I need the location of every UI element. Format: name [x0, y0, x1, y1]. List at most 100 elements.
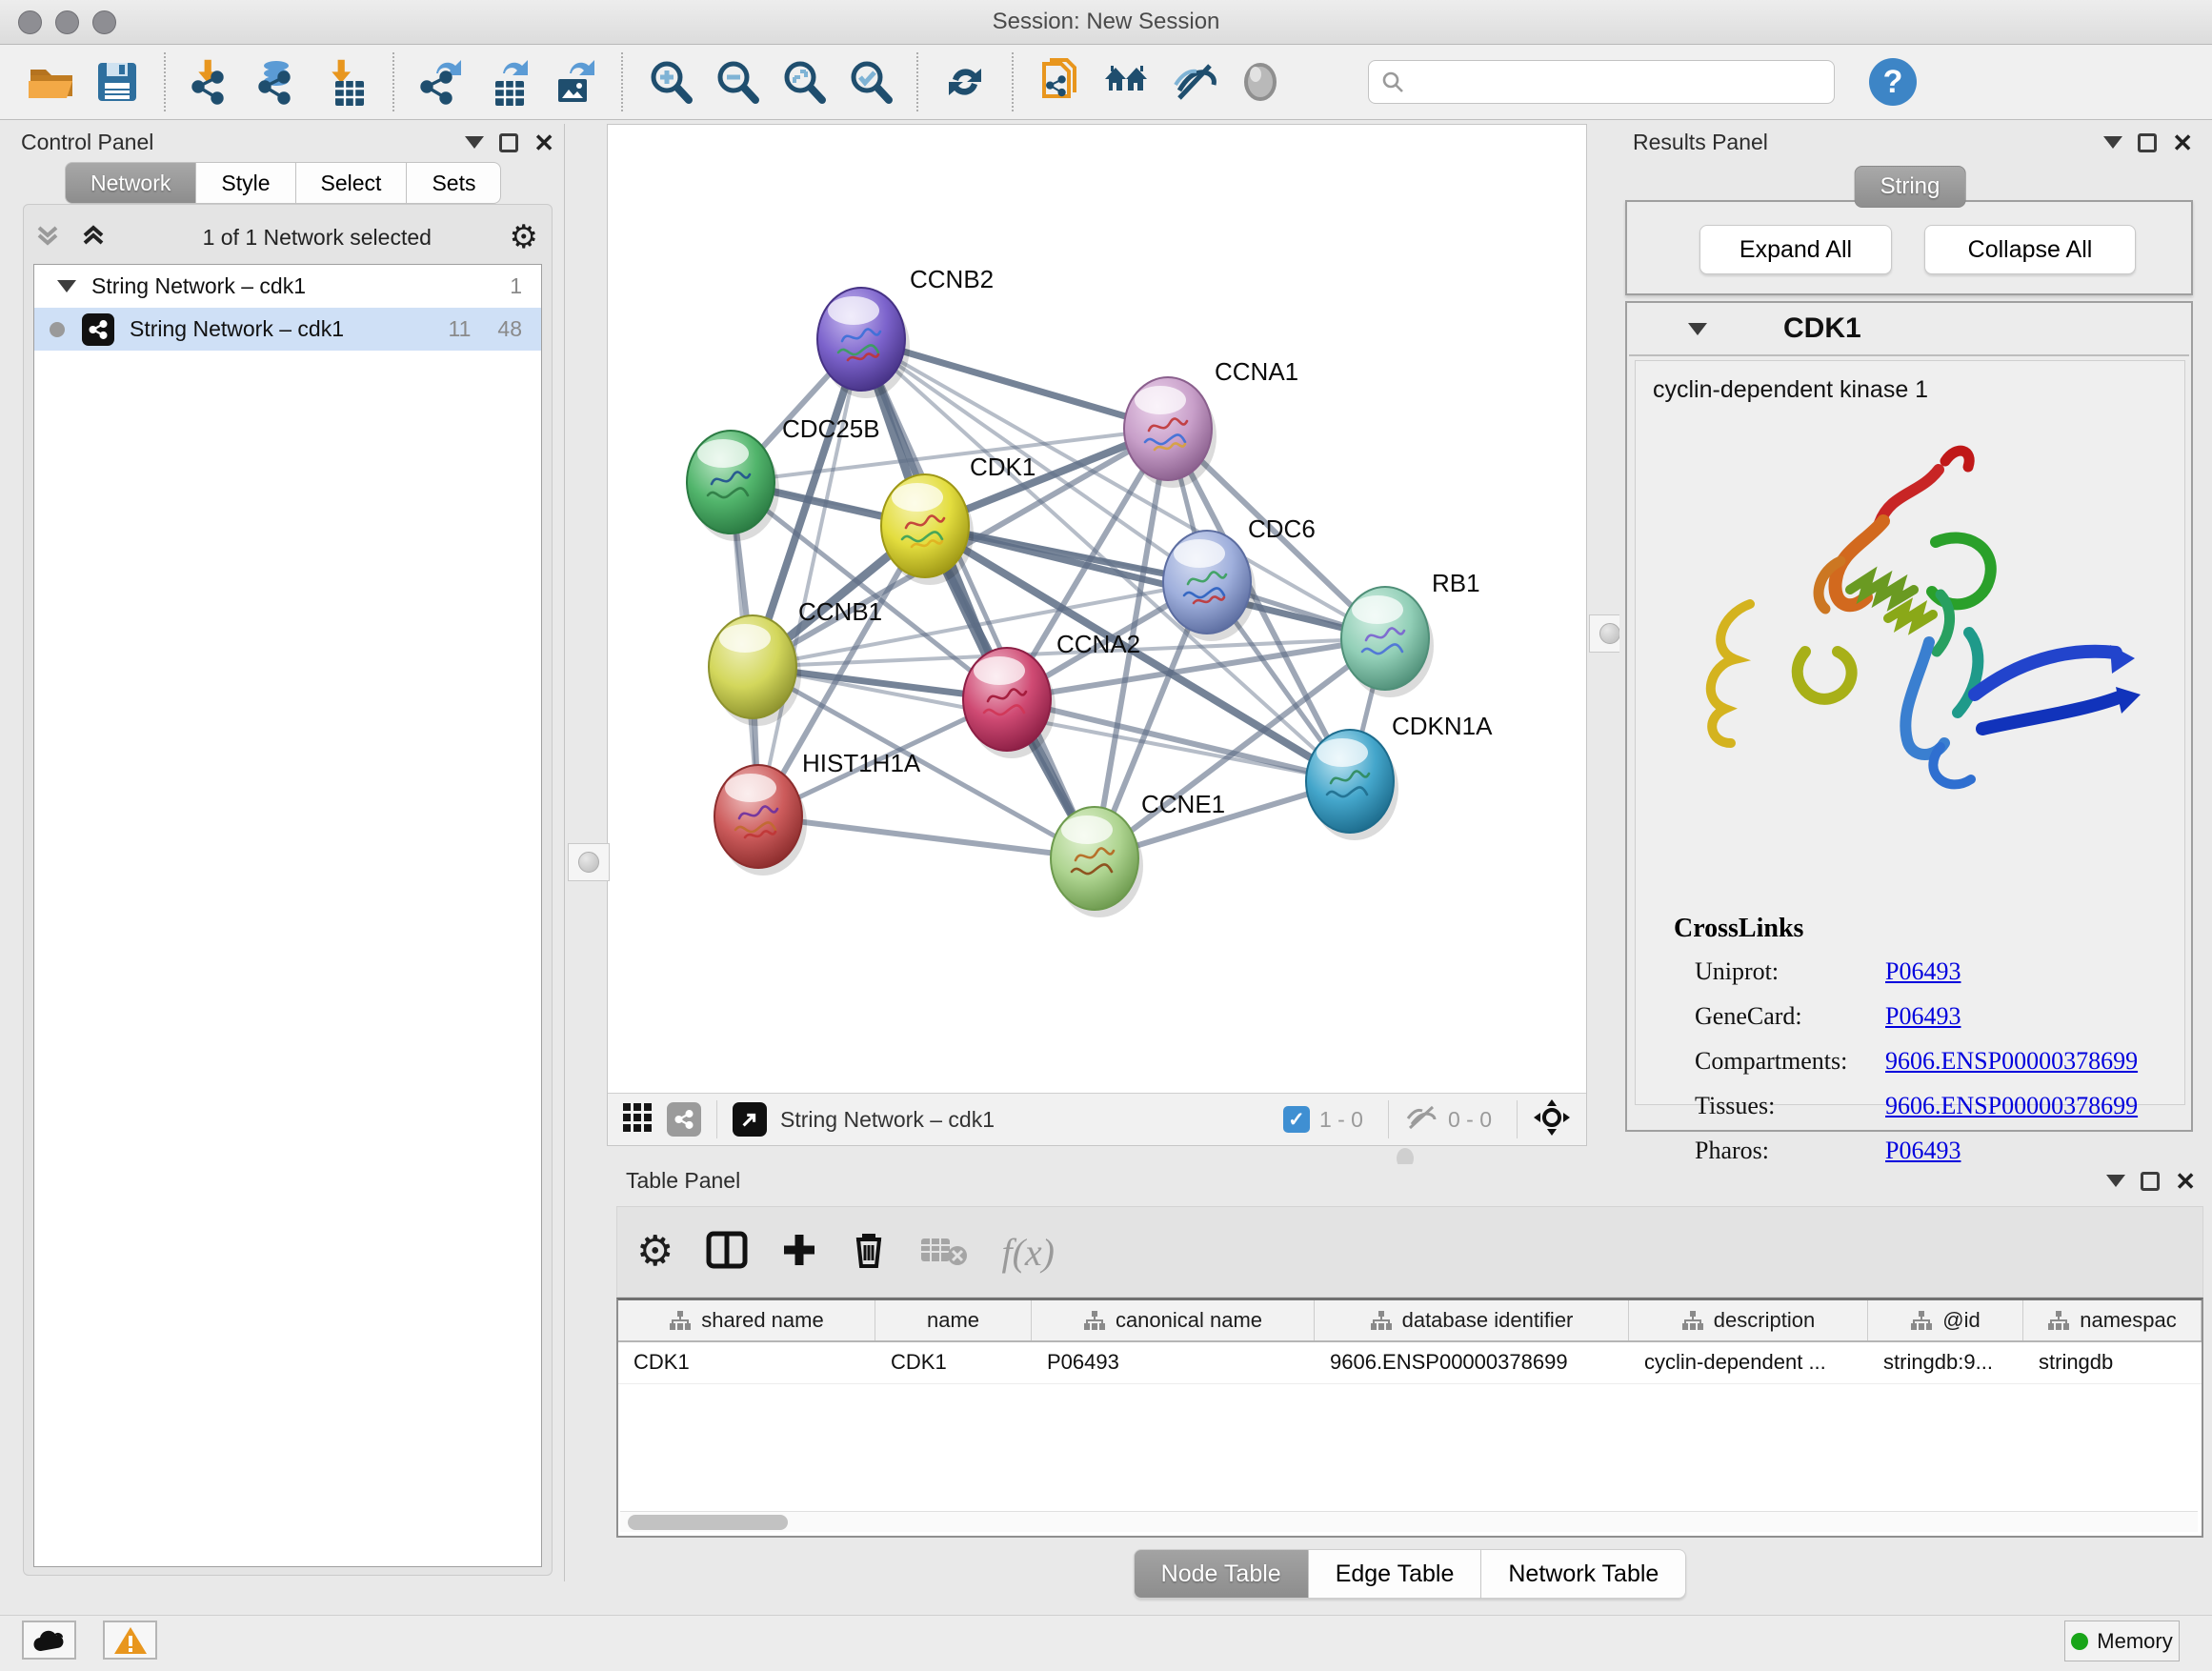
table-cell[interactable]: 9606.ENSP00000378699: [1315, 1342, 1629, 1383]
export-table-button[interactable]: [480, 53, 535, 111]
delete-column-icon[interactable]: [851, 1230, 887, 1275]
show-eye-button[interactable]: [1233, 53, 1288, 111]
column-header-database-identifier[interactable]: database identifier: [1315, 1300, 1629, 1340]
tab-network[interactable]: Network: [65, 162, 196, 204]
network-collection-row[interactable]: String Network – cdk1 1: [34, 265, 541, 308]
zoom-in-button[interactable]: [642, 53, 697, 111]
crosslink-link[interactable]: P06493: [1885, 1137, 1961, 1165]
table-cell[interactable]: CDK1: [618, 1342, 875, 1383]
network-view[interactable]: CCNB2 CCNA1 CDC25B CDK1 CDC6 RB1 CCNB1: [607, 124, 1587, 1146]
svg-text:CDC6: CDC6: [1248, 514, 1316, 543]
import-network-db-button[interactable]: [251, 53, 307, 111]
expand-all-button[interactable]: Expand All: [1699, 225, 1892, 274]
show-columns-icon[interactable]: [706, 1231, 748, 1274]
tab-string[interactable]: String: [1855, 166, 1966, 208]
collapse-panel-icon[interactable]: [2103, 136, 2122, 149]
edge-CCNB2-HIST1H1A[interactable]: [758, 339, 861, 816]
collapse-panel-icon[interactable]: [465, 136, 484, 149]
section-expand-icon[interactable]: [1688, 323, 1707, 335]
float-panel-icon[interactable]: [2138, 133, 2157, 152]
crosslink-label: Compartments:: [1695, 1047, 1885, 1076]
tab-node-table[interactable]: Node Table: [1134, 1549, 1309, 1599]
collapse-all-button[interactable]: Collapse All: [1924, 225, 2136, 274]
expand-all-icon[interactable]: [79, 221, 108, 254]
search-box[interactable]: [1368, 60, 1835, 104]
float-panel-icon[interactable]: [2141, 1172, 2160, 1191]
float-panel-icon[interactable]: [499, 133, 518, 152]
add-column-icon[interactable]: [780, 1231, 818, 1274]
node-CCNE1[interactable]: CCNE1: [1051, 790, 1225, 917]
close-panel-icon[interactable]: ✕: [2172, 133, 2193, 152]
close-panel-icon[interactable]: ✕: [2175, 1172, 2196, 1191]
table-hscrollbar[interactable]: [620, 1511, 2198, 1532]
table-cell[interactable]: CDK1: [875, 1342, 1032, 1383]
column-header-canonical-name[interactable]: canonical name: [1032, 1300, 1315, 1340]
tab-network-table[interactable]: Network Table: [1481, 1549, 1686, 1599]
open-in-new-icon[interactable]: [733, 1102, 767, 1137]
hidden-eye-icon[interactable]: [1404, 1103, 1438, 1137]
refresh-button[interactable]: [937, 53, 993, 111]
network-options-gear-icon[interactable]: ⚙: [510, 221, 538, 253]
column-header-namespac[interactable]: namespac: [2023, 1300, 2202, 1340]
table-cell[interactable]: cyclin-dependent ...: [1629, 1342, 1868, 1383]
left-splitter-handle[interactable]: [568, 843, 610, 881]
collapse-panel-icon[interactable]: [2106, 1175, 2125, 1187]
main-toolbar: ?: [0, 45, 2212, 120]
open-folder-button[interactable]: [23, 53, 78, 111]
crosslink-link[interactable]: 9606.ENSP00000378699: [1885, 1092, 2138, 1120]
zoom-fit-button[interactable]: [775, 53, 831, 111]
warning-status-button[interactable]: [103, 1621, 157, 1660]
edge-CCNB2-CCNE1[interactable]: [861, 339, 1095, 858]
string-homes-icon: [1103, 58, 1151, 106]
node-CDKN1A[interactable]: CDKN1A: [1306, 712, 1493, 840]
collection-expand-icon[interactable]: [57, 280, 76, 292]
crosslink-link[interactable]: P06493: [1885, 1002, 1961, 1031]
export-image-button[interactable]: [547, 53, 602, 111]
crosslink-link[interactable]: P06493: [1885, 957, 1961, 986]
column-header-name[interactable]: name: [875, 1300, 1032, 1340]
share-network-icon[interactable]: [667, 1102, 701, 1137]
table-cell[interactable]: stringdb:9...: [1868, 1342, 2023, 1383]
help-button[interactable]: ?: [1869, 58, 1917, 106]
table-options-gear-icon[interactable]: ⚙: [636, 1236, 674, 1268]
column-header-description[interactable]: description: [1629, 1300, 1868, 1340]
tab-style[interactable]: Style: [196, 162, 295, 204]
crosslink-link[interactable]: 9606.ENSP00000378699: [1885, 1047, 2138, 1076]
gene-section-header[interactable]: CDK1: [1629, 303, 2189, 356]
cloud-status-button[interactable]: [22, 1621, 76, 1660]
zoom-out-button[interactable]: [709, 53, 764, 111]
memory-button[interactable]: Memory: [2064, 1621, 2180, 1661]
hide-eye-button[interactable]: [1166, 53, 1221, 111]
edge-HIST1H1A-CCNE1[interactable]: [758, 816, 1095, 858]
table-cell[interactable]: stringdb: [2023, 1342, 2202, 1383]
collapse-all-icon[interactable]: [33, 221, 62, 254]
network-row-selected[interactable]: String Network – cdk1 11 48: [34, 308, 541, 351]
refresh-icon: [941, 58, 989, 106]
grid-view-icon[interactable]: [621, 1101, 654, 1138]
search-input[interactable]: [1405, 70, 1805, 94]
birdseye-view-icon[interactable]: [1533, 1098, 1571, 1141]
node-RB1[interactable]: RB1: [1341, 569, 1480, 697]
zoom-selected-button[interactable]: [842, 53, 897, 111]
clone-network-doc-button[interactable]: [1033, 53, 1088, 111]
close-panel-icon[interactable]: ✕: [533, 133, 554, 152]
selected-nodes-checkbox[interactable]: ✓: [1283, 1106, 1310, 1133]
column-header--id[interactable]: @id: [1868, 1300, 2023, 1340]
table-cell[interactable]: P06493: [1032, 1342, 1315, 1383]
import-table-button[interactable]: [318, 53, 373, 111]
import-network-button[interactable]: [185, 53, 240, 111]
table-row[interactable]: CDK1CDK1P064939606.ENSP00000378699cyclin…: [618, 1342, 2202, 1384]
node-table[interactable]: shared namenamecanonical namedatabase id…: [616, 1298, 2203, 1538]
hscrollbar-thumb[interactable]: [628, 1515, 788, 1530]
tab-select[interactable]: Select: [296, 162, 408, 204]
tab-sets[interactable]: Sets: [407, 162, 501, 204]
column-header-shared-name[interactable]: shared name: [618, 1300, 875, 1340]
node-HIST1H1A[interactable]: HIST1H1A: [714, 749, 921, 876]
selected-count: 1 - 0: [1319, 1107, 1363, 1133]
export-network-button[interactable]: [413, 53, 469, 111]
save-button[interactable]: [90, 53, 145, 111]
network-graph[interactable]: CCNB2 CCNA1 CDC25B CDK1 CDC6 RB1 CCNB1: [608, 125, 1586, 1093]
node-CDC6[interactable]: CDC6: [1163, 514, 1316, 641]
string-homes-button[interactable]: [1099, 53, 1155, 111]
tab-edge-table[interactable]: Edge Table: [1309, 1549, 1482, 1599]
